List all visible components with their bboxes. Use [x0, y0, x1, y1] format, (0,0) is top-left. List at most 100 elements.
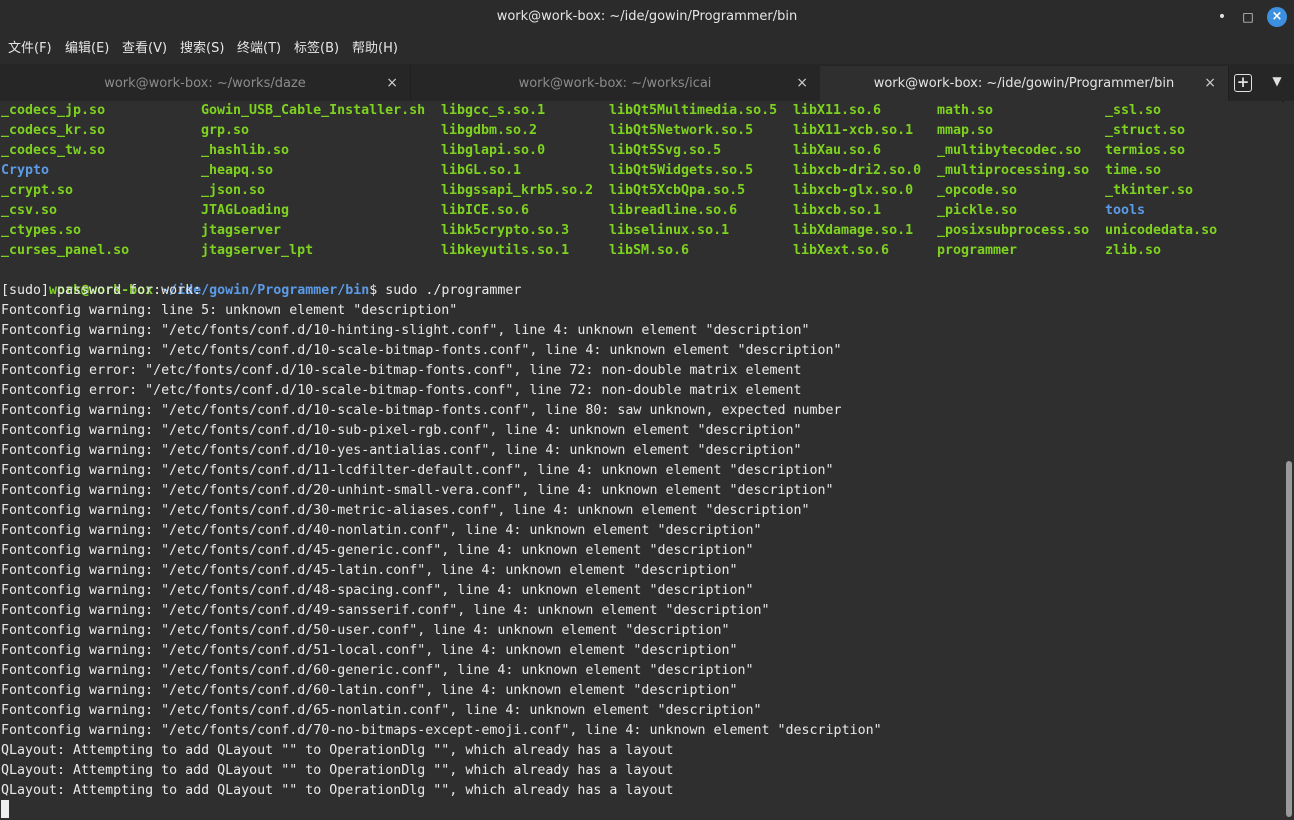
tab-daze[interactable]: work@work-box: ~/works/daze × [0, 66, 411, 101]
output-line: Fontconfig warning: "/etc/fonts/conf.d/1… [1, 323, 810, 338]
file-entry: libXdamage.so.1 [793, 223, 914, 238]
menu-help[interactable]: 帮助(H) [352, 34, 398, 64]
file-entry: programmer [937, 243, 1018, 258]
output-line: Fontconfig warning: "/etc/fonts/conf.d/1… [1, 423, 802, 438]
output-line: Fontconfig warning: "/etc/fonts/conf.d/2… [1, 483, 834, 498]
file-entry: mmap.so [937, 123, 994, 138]
file-entry: libQt5Network.so.5 [609, 123, 754, 138]
menu-file[interactable]: 文件(F) [8, 34, 52, 64]
output-line: Fontconfig warning: "/etc/fonts/conf.d/6… [1, 703, 762, 718]
file-entry: libgdbm.so.2 [441, 123, 538, 138]
tab-label: work@work-box: ~/works/icai [518, 76, 712, 91]
file-entry: Gowin_USB_Cable_Installer.sh [201, 103, 426, 118]
file-entry: libSM.so.6 [609, 243, 690, 258]
file-entry: libkeyutils.so.1 [441, 243, 570, 258]
directory-entry: tools [1105, 203, 1146, 218]
tab-label: work@work-box: ~/ide/gowin/Programmer/bi… [873, 76, 1175, 91]
file-entry: libgcc_s.so.1 [441, 103, 546, 118]
file-entry: jtagserver [201, 223, 282, 238]
output-line: Fontconfig warning: "/etc/fonts/conf.d/5… [1, 623, 730, 638]
file-entry: _crypt.so [1, 183, 74, 198]
output-line: Fontconfig warning: "/etc/fonts/conf.d/1… [1, 403, 842, 418]
output-line: QLayout: Attempting to add QLayout "" to… [1, 743, 674, 758]
menu-view[interactable]: 查看(V) [122, 34, 167, 64]
tab-programmer-bin[interactable]: work@work-box: ~/ide/gowin/Programmer/bi… [820, 66, 1229, 101]
file-entry: _codecs_kr.so [1, 123, 106, 138]
file-entry: libXau.so.6 [793, 143, 882, 158]
file-entry: libICE.so.6 [441, 203, 530, 218]
file-entry: libselinux.so.1 [609, 223, 730, 238]
scrollbar-thumb[interactable] [1286, 461, 1292, 817]
terminal-output[interactable]: _codecs_jp.so Gowin_USB_Cable_Installer.s… [0, 101, 1282, 820]
output-line: Fontconfig warning: "/etc/fonts/conf.d/5… [1, 643, 738, 658]
output-line: QLayout: Attempting to add QLayout "" to… [1, 783, 674, 798]
file-entry: _json.so [201, 183, 266, 198]
chevron-down-icon[interactable]: ▼ [1266, 71, 1288, 93]
file-entry: grp.so [201, 123, 250, 138]
file-entry: libxcb-glx.so.0 [793, 183, 914, 198]
file-entry: _codecs_jp.so [1, 103, 106, 118]
scrollbar[interactable] [1284, 101, 1294, 820]
file-entry: libX11.so.6 [793, 103, 882, 118]
title-bar[interactable]: work@work-box: ~/ide/gowin/Programmer/bi… [0, 0, 1294, 34]
output-line: QLayout: Attempting to add QLayout "" to… [1, 763, 674, 778]
file-entry: libk5crypto.so.3 [441, 223, 570, 238]
file-entry: _hashlib.so [201, 143, 290, 158]
window-title: work@work-box: ~/ide/gowin/Programmer/bi… [496, 9, 798, 24]
file-entry: libgssapi_krb5.so.2 [441, 183, 594, 198]
file-entry: zlib.so [1105, 243, 1162, 258]
maximize-icon[interactable]: □ [1238, 7, 1258, 27]
menu-terminal[interactable]: 终端(T) [237, 34, 281, 64]
file-entry: libQt5Svg.so.5 [609, 143, 722, 158]
file-entry: libGL.so.1 [441, 163, 522, 178]
menu-tabs[interactable]: 标签(B) [294, 34, 339, 64]
tab-icai[interactable]: work@work-box: ~/works/icai × [410, 66, 821, 101]
close-icon[interactable]: × [1204, 66, 1216, 101]
file-entry: _curses_panel.so [1, 243, 130, 258]
file-entry: time.so [1105, 163, 1162, 178]
terminal-window: work@work-box: ~/ide/gowin/Programmer/bi… [0, 0, 1294, 820]
minimize-icon[interactable]: • [1212, 7, 1232, 27]
file-entry: _ctypes.so [1, 223, 82, 238]
output-line: Fontconfig warning: "/etc/fonts/conf.d/7… [1, 723, 882, 738]
file-entry: _pickle.so [937, 203, 1018, 218]
tab-label: work@work-box: ~/works/daze [104, 76, 306, 91]
text-cursor [1, 800, 9, 818]
output-line: Fontconfig warning: "/etc/fonts/conf.d/1… [1, 343, 842, 358]
file-entry: unicodedata.so [1105, 223, 1218, 238]
file-entry: _multiprocessing.so [937, 163, 1090, 178]
file-entry: libxcb.so.1 [793, 203, 882, 218]
output-line: Fontconfig warning: "/etc/fonts/conf.d/6… [1, 683, 738, 698]
file-entry: libQt5XcbQpa.so.5 [609, 183, 746, 198]
file-entry: libreadline.so.6 [609, 203, 738, 218]
output-line: Fontconfig error: "/etc/fonts/conf.d/10-… [1, 363, 802, 378]
directory-entry: Crypto [1, 163, 50, 178]
close-icon[interactable]: × [796, 66, 808, 101]
output-line: Fontconfig warning: "/etc/fonts/conf.d/4… [1, 603, 770, 618]
window-close-icon[interactable]: × [1267, 7, 1287, 27]
output-line: Fontconfig warning: "/etc/fonts/conf.d/1… [1, 443, 802, 458]
output-line: Fontconfig error: "/etc/fonts/conf.d/10-… [1, 383, 802, 398]
file-entry: _csv.so [1, 203, 58, 218]
output-line: [sudo] password for work: [1, 283, 202, 298]
prompt-line: work@work-box:~/ide/gowin/Programmer/bin… [1, 261, 521, 298]
file-entry: _codecs_tw.so [1, 143, 106, 158]
output-line: Fontconfig warning: "/etc/fonts/conf.d/6… [1, 663, 754, 678]
output-line: Fontconfig warning: "/etc/fonts/conf.d/4… [1, 563, 738, 578]
menu-search[interactable]: 搜索(S) [180, 34, 224, 64]
new-tab-icon[interactable]: + [1234, 74, 1252, 92]
file-entry: math.so [937, 103, 994, 118]
output-line: Fontconfig warning: "/etc/fonts/conf.d/4… [1, 583, 754, 598]
file-entry: libxcb-dri2.so.0 [793, 163, 922, 178]
file-entry: libQt5Multimedia.so.5 [609, 103, 778, 118]
file-entry: libXext.so.6 [793, 243, 890, 258]
output-line: Fontconfig warning: line 5: unknown elem… [1, 303, 458, 318]
tab-bar: work@work-box: ~/works/daze × work@work-… [0, 64, 1294, 102]
output-line: Fontconfig warning: "/etc/fonts/conf.d/1… [1, 463, 834, 478]
file-entry: libQt5Widgets.so.5 [609, 163, 754, 178]
menu-edit[interactable]: 编辑(E) [65, 34, 109, 64]
close-icon[interactable]: × [386, 66, 398, 101]
file-entry: libX11-xcb.so.1 [793, 123, 914, 138]
file-entry: JTAGLoading [201, 203, 290, 218]
file-entry: termios.so [1105, 143, 1186, 158]
